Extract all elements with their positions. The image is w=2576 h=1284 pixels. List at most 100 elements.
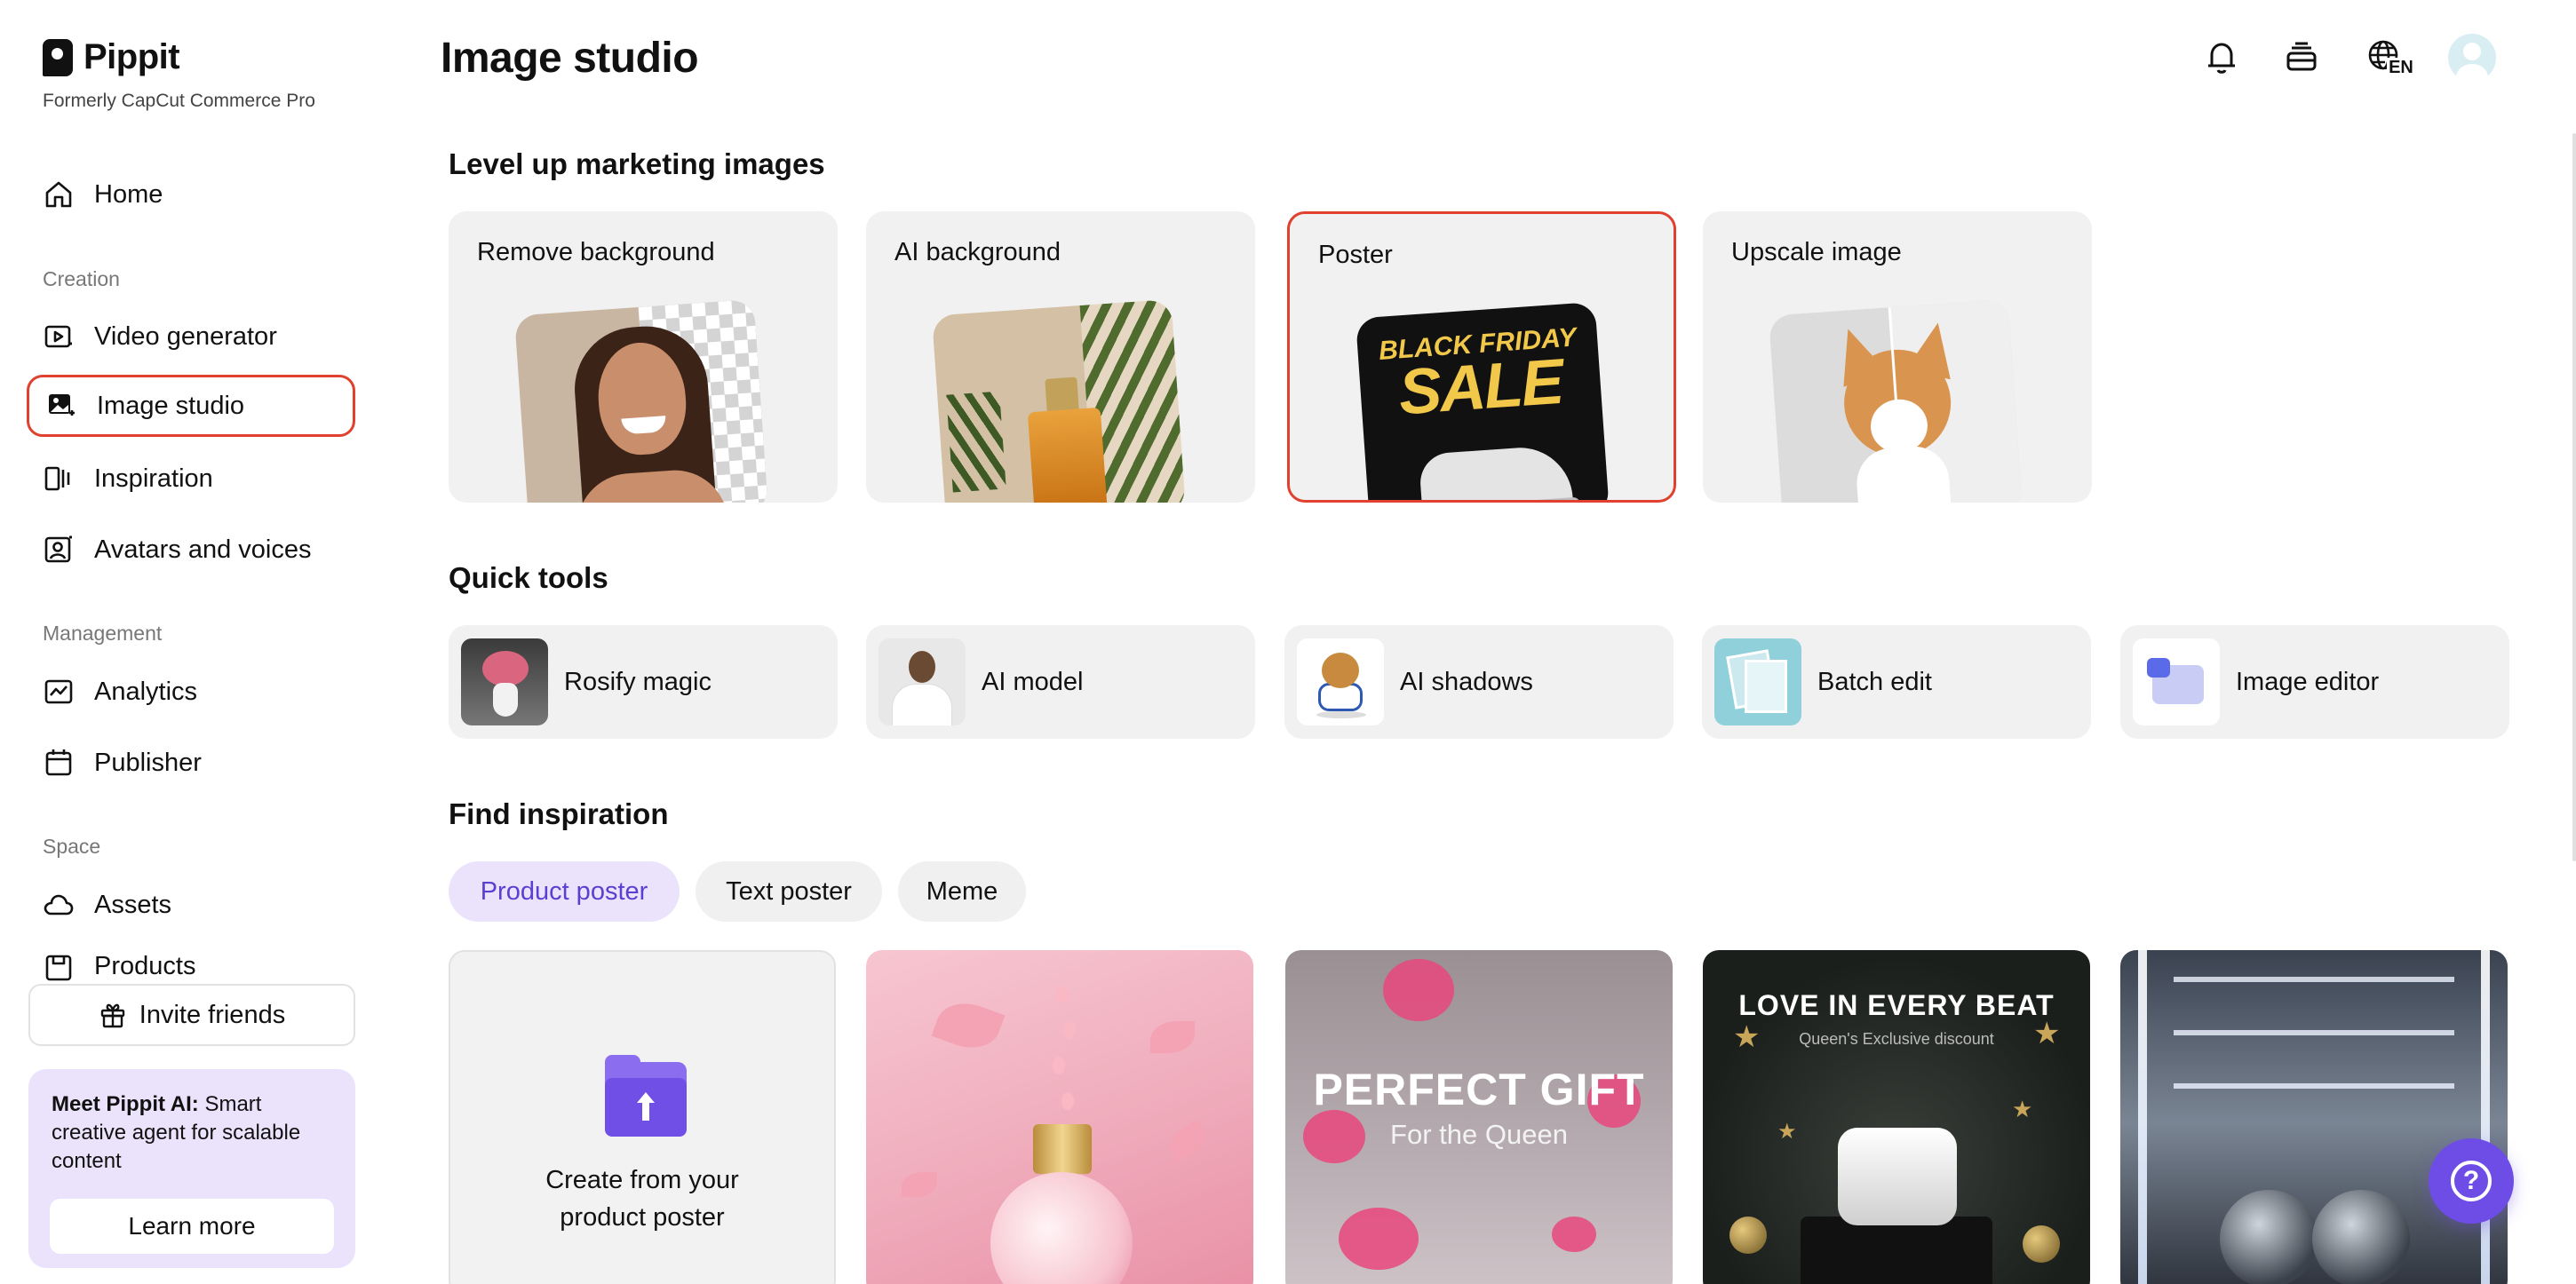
feature-card-upscale-image[interactable]: Upscale image [1703,211,2092,503]
tool-card-rosify-magic[interactable]: Rosify magic [449,625,838,739]
home-icon [45,181,72,208]
brand-logo[interactable]: Pippit [43,37,180,77]
inspiration-card-earbuds[interactable] [2120,950,2508,1284]
section-title-marketing: Level up marketing images [449,147,825,180]
sidebar-item-analytics[interactable]: Analytics [27,661,355,723]
promo-title: Meet Pippit AI: [52,1092,199,1116]
sidebar-item-publisher[interactable]: Publisher [27,732,355,794]
sidebar-item-avatars[interactable]: Avatars and voices [27,519,355,581]
star-icon: ★ [1777,1120,1797,1144]
invite-label: Invite friends [139,1000,286,1029]
calendar-icon [45,749,72,776]
promo-text: Meet Pippit AI: Smart creative agent for… [52,1090,332,1176]
tab-product-poster[interactable]: Product poster [449,861,680,922]
inspiration-card-love-beat[interactable]: LOVE IN EVERY BEAT Queen's Exclusive dis… [1703,950,2090,1284]
feature-card-label: Upscale image [1731,238,1902,266]
help-button[interactable]: ? [2429,1138,2514,1224]
sidebar-item-home[interactable]: Home [27,163,355,226]
ai-shadows-thumbnail [1297,638,1384,725]
page-title: Image studio [441,35,699,82]
video-generator-icon [44,325,72,348]
page-scrollbar[interactable] [2572,133,2576,861]
star-icon: ★ [1733,1020,1761,1054]
create-card-line1: Create from your [545,1166,739,1194]
gift-card-subtitle: For the Queen [1390,1119,1568,1150]
tool-label: AI shadows [1400,667,1533,696]
section-title-quick-tools: Quick tools [449,561,608,594]
question-icon: ? [2451,1161,2492,1201]
sidebar-item-inspiration[interactable]: Inspiration [27,448,355,510]
tool-card-ai-model[interactable]: AI model [866,625,1255,739]
sidebar-item-assets[interactable]: Assets [27,874,355,936]
feature-card-label: Poster [1318,241,1393,269]
image-studio-icon [49,394,75,416]
tool-card-image-editor[interactable]: Image editor [2120,625,2509,739]
notifications-button[interactable] [2199,36,2244,80]
sidebar-item-label: Home [94,179,163,209]
section-title-inspiration: Find inspiration [449,797,669,830]
tool-label: Image editor [2236,667,2380,696]
feature-card-poster[interactable]: Poster BLACK FRIDAY SALE [1287,211,1676,503]
brand-subtitle: Formerly CapCut Commerce Pro [43,91,315,111]
inspiration-icon [44,466,70,491]
avatar-voice-icon [44,535,72,563]
remove-background-illustration [513,298,769,503]
feature-card-remove-background[interactable]: Remove background [449,211,838,503]
subscription-button[interactable] [2279,36,2324,80]
create-from-product-card[interactable]: Create from your product poster [449,950,836,1284]
sidebar-item-label: Video generator [94,321,277,351]
gift-icon [100,1003,124,1028]
poster-illustration: BLACK FRIDAY SALE [1355,301,1610,500]
batch-edit-thumbnail [1714,638,1801,725]
section-label-creation: Creation [43,267,120,290]
sidebar-item-video-generator[interactable]: Video generator [27,305,355,368]
image-editor-thumbnail [2133,638,2220,725]
invite-friends-button[interactable]: Invite friends [28,984,355,1046]
tool-card-batch-edit[interactable]: Batch edit [1702,625,2091,739]
brand-name: Pippit [83,37,180,76]
tool-label: AI model [982,667,1084,696]
poster-art-line2: SALE [1396,345,1565,429]
sidebar-item-label: Inspiration [94,464,213,493]
star-icon: ★ [2012,1096,2033,1122]
create-card-line2: product poster [560,1203,725,1232]
upload-folder-icon [605,1055,687,1137]
cloud-icon [44,894,74,915]
language-code: EN [2387,57,2415,78]
tool-card-ai-shadows[interactable]: AI shadows [1284,625,1674,739]
sidebar-item-products[interactable]: Products [27,943,355,987]
feature-card-label: Remove background [477,238,715,266]
star-icon: ★ [2033,1017,2061,1050]
section-label-management: Management [43,622,163,645]
tab-text-poster[interactable]: Text poster [696,861,882,922]
tool-label: Batch edit [1817,667,1932,696]
header-actions: EN [2199,34,2496,82]
sidebar-item-label: Assets [94,890,172,919]
inspiration-card-perfect-gift[interactable]: PERFECT GIFT For the Queen [1285,950,1673,1284]
sidebar-item-label: Publisher [94,748,202,777]
rosify-thumbnail [461,638,548,725]
promo-card: Meet Pippit AI: Smart creative agent for… [28,1069,355,1268]
sidebar-item-image-studio[interactable]: Image studio [27,375,355,437]
upscale-illustration [1768,298,2023,503]
create-card-text: Create from your product poster [450,1161,834,1236]
learn-more-button[interactable]: Learn more [50,1199,334,1254]
tool-label: Rosify magic [564,667,712,696]
beat-card-subtitle: Queen's Exclusive discount [1799,1030,1994,1048]
feature-card-ai-background[interactable]: AI background [866,211,1255,503]
analytics-icon [44,679,73,704]
sidebar-item-label: Products [94,952,196,980]
user-avatar[interactable] [2448,34,2496,82]
sidebar-item-label: Image studio [97,391,245,420]
tab-meme[interactable]: Meme [898,861,1026,922]
language-button[interactable]: EN [2359,36,2415,80]
pippit-logo-icon [43,38,73,76]
inspiration-card-serum[interactable] [866,950,1253,1284]
product-icon [45,955,72,981]
layers-icon [2286,42,2317,71]
section-label-space: Space [43,835,101,858]
gift-card-title: PERFECT GIFT [1313,1065,1645,1114]
bell-icon [2208,43,2235,74]
ai-model-thumbnail [879,638,966,725]
sidebar-item-label: Avatars and voices [94,535,312,564]
